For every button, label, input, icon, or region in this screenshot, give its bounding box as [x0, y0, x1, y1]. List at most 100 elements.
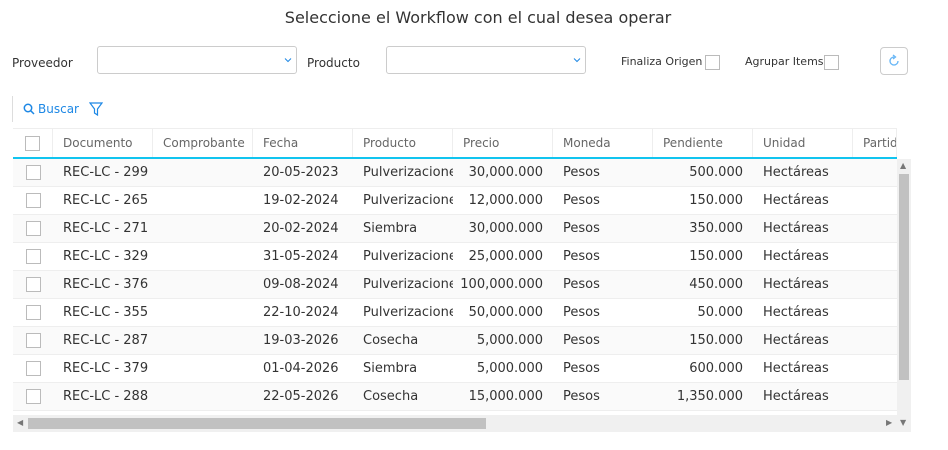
- table-cell: [153, 383, 253, 410]
- table-cell: [853, 271, 897, 298]
- table-cell: 22-10-2024: [263, 305, 339, 320]
- search-label: Buscar: [38, 102, 79, 116]
- table-cell: Pulverizaciones: [363, 249, 453, 264]
- table-cell: 150.000: [689, 249, 743, 264]
- table-cell: 20-02-2024: [263, 221, 339, 236]
- filter-icon[interactable]: [88, 101, 103, 117]
- table-row[interactable]: REC-LC - 379 01-04-2026 Siembra 5,000.000 Pe…: [13, 355, 897, 383]
- table-cell: REC-LC - 287: [63, 333, 149, 348]
- page-title: Seleccione el Workflow con el cual desea…: [284, 8, 672, 27]
- table-cell: [153, 271, 253, 298]
- table-cell: Siembra: [363, 361, 418, 376]
- table-cell: Pesos: [563, 305, 600, 320]
- column-header[interactable]: Producto: [353, 129, 453, 157]
- table-cell: 09-08-2024: [263, 277, 339, 292]
- table-cell: [853, 159, 897, 186]
- row-checkbox[interactable]: [25, 305, 41, 320]
- table-cell: Hectáreas: [763, 165, 829, 180]
- table-cell: REC-LC - 329: [63, 249, 149, 264]
- table-row[interactable]: REC-LC - 287 19-03-2026 Cosecha 5,000.000 Pe…: [13, 327, 897, 355]
- vertical-scroll-thumb[interactable]: [899, 174, 909, 380]
- table-cell: REC-LC - 299: [63, 165, 149, 180]
- table-cell: 01-04-2026: [263, 361, 339, 376]
- table-cell: Pulverizaciones: [363, 165, 453, 180]
- table-row[interactable]: REC-LC - 288 22-05-2026 Cosecha 15,000.000 P…: [13, 383, 897, 411]
- table-cell: Pesos: [563, 361, 600, 376]
- row-checkbox[interactable]: [25, 333, 41, 348]
- table-cell: Pesos: [563, 333, 600, 348]
- row-checkbox[interactable]: [25, 193, 41, 208]
- chevron-down-icon: [573, 58, 581, 63]
- table-cell: Hectáreas: [763, 305, 829, 320]
- table-cell: [153, 215, 253, 242]
- table-row[interactable]: REC-LC - 299 20-05-2023 Pulverizaciones 30,…: [13, 159, 897, 187]
- table-cell: [153, 187, 253, 214]
- column-header[interactable]: Pendiente: [653, 129, 753, 157]
- table-cell: 1,350.000: [676, 389, 743, 404]
- table-cell: 5,000.000: [476, 333, 543, 348]
- table-cell: Pulverizaciones: [363, 305, 453, 320]
- column-header[interactable]: Partida: [853, 129, 897, 157]
- horizontal-scrollbar[interactable]: ◀ ▶ ▼: [13, 415, 911, 432]
- table-cell: Siembra: [363, 221, 418, 236]
- proveedor-select[interactable]: [97, 46, 297, 74]
- finaliza-origen-label: Finaliza Origen: [621, 55, 703, 68]
- table-cell: 150.000: [689, 193, 743, 208]
- table-row[interactable]: REC-LC - 271 20-02-2024 Siembra 30,000.000 P…: [13, 215, 897, 243]
- table-cell: 30,000.000: [468, 165, 543, 180]
- search-button[interactable]: Buscar: [23, 102, 79, 116]
- table-cell: REC-LC - 379: [63, 361, 149, 376]
- agrupar-items-checkbox[interactable]: [824, 55, 839, 70]
- table-cell: Pesos: [563, 389, 600, 404]
- table-cell: [853, 187, 897, 214]
- table-cell: Pesos: [563, 193, 600, 208]
- table-header: Documento Comprobante Fecha Producto Pre…: [13, 128, 897, 159]
- finaliza-origen-checkbox[interactable]: [705, 55, 720, 70]
- table-row[interactable]: REC-LC - 376 09-08-2024 Pulverizaciones 100…: [13, 271, 897, 299]
- producto-select[interactable]: [386, 46, 586, 74]
- column-header[interactable]: Unidad: [753, 129, 853, 157]
- table-cell: 450.000: [689, 277, 743, 292]
- table-cell: Hectáreas: [763, 193, 829, 208]
- producto-label: Producto: [307, 56, 360, 70]
- table-cell: REC-LC - 288: [63, 389, 149, 404]
- table-cell: [153, 355, 253, 382]
- table-row[interactable]: REC-LC - 329 31-05-2024 Pulverizaciones 25,…: [13, 243, 897, 271]
- column-header[interactable]: Precio: [453, 129, 553, 157]
- table-cell: 12,000.000: [468, 193, 543, 208]
- row-checkbox[interactable]: [25, 165, 41, 180]
- row-checkbox[interactable]: [25, 221, 41, 236]
- table-cell: [153, 327, 253, 354]
- workflow-table: Documento Comprobante Fecha Producto Pre…: [13, 128, 911, 432]
- table-cell: 150.000: [689, 333, 743, 348]
- row-checkbox[interactable]: [25, 277, 41, 292]
- table-row[interactable]: REC-LC - 265 19-02-2024 Pulverizaciones 12,…: [13, 187, 897, 215]
- row-checkbox[interactable]: [25, 361, 41, 376]
- table-cell: 350.000: [689, 221, 743, 236]
- table-cell: Hectáreas: [763, 361, 829, 376]
- refresh-button[interactable]: [880, 47, 908, 75]
- table-cell: Pesos: [563, 277, 600, 292]
- column-header[interactable]: Documento: [53, 129, 153, 157]
- proveedor-label: Proveedor: [12, 56, 73, 70]
- table-cell: [853, 327, 897, 354]
- horizontal-scroll-thumb[interactable]: [28, 418, 486, 429]
- column-header[interactable]: Moneda: [553, 129, 653, 157]
- row-checkbox[interactable]: [25, 389, 41, 404]
- table-cell: Pulverizaciones: [363, 277, 453, 292]
- table-cell: [153, 243, 253, 270]
- vertical-scrollbar[interactable]: ▲: [897, 159, 911, 432]
- refresh-icon: [889, 54, 899, 66]
- table-cell: [853, 383, 897, 410]
- table-cell: Hectáreas: [763, 249, 829, 264]
- column-header[interactable]: Fecha: [253, 129, 353, 157]
- table-cell: [853, 299, 897, 326]
- column-header[interactable]: Comprobante: [153, 129, 253, 157]
- table-cell: 30,000.000: [468, 221, 543, 236]
- select-all-checkbox[interactable]: [25, 135, 40, 151]
- table-cell: 50,000.000: [468, 305, 543, 320]
- table-cell: REC-LC - 376: [63, 277, 149, 292]
- table-cell: 19-03-2026: [263, 333, 339, 348]
- row-checkbox[interactable]: [25, 249, 41, 264]
- table-row[interactable]: REC-LC - 355 22-10-2024 Pulverizaciones 50,…: [13, 299, 897, 327]
